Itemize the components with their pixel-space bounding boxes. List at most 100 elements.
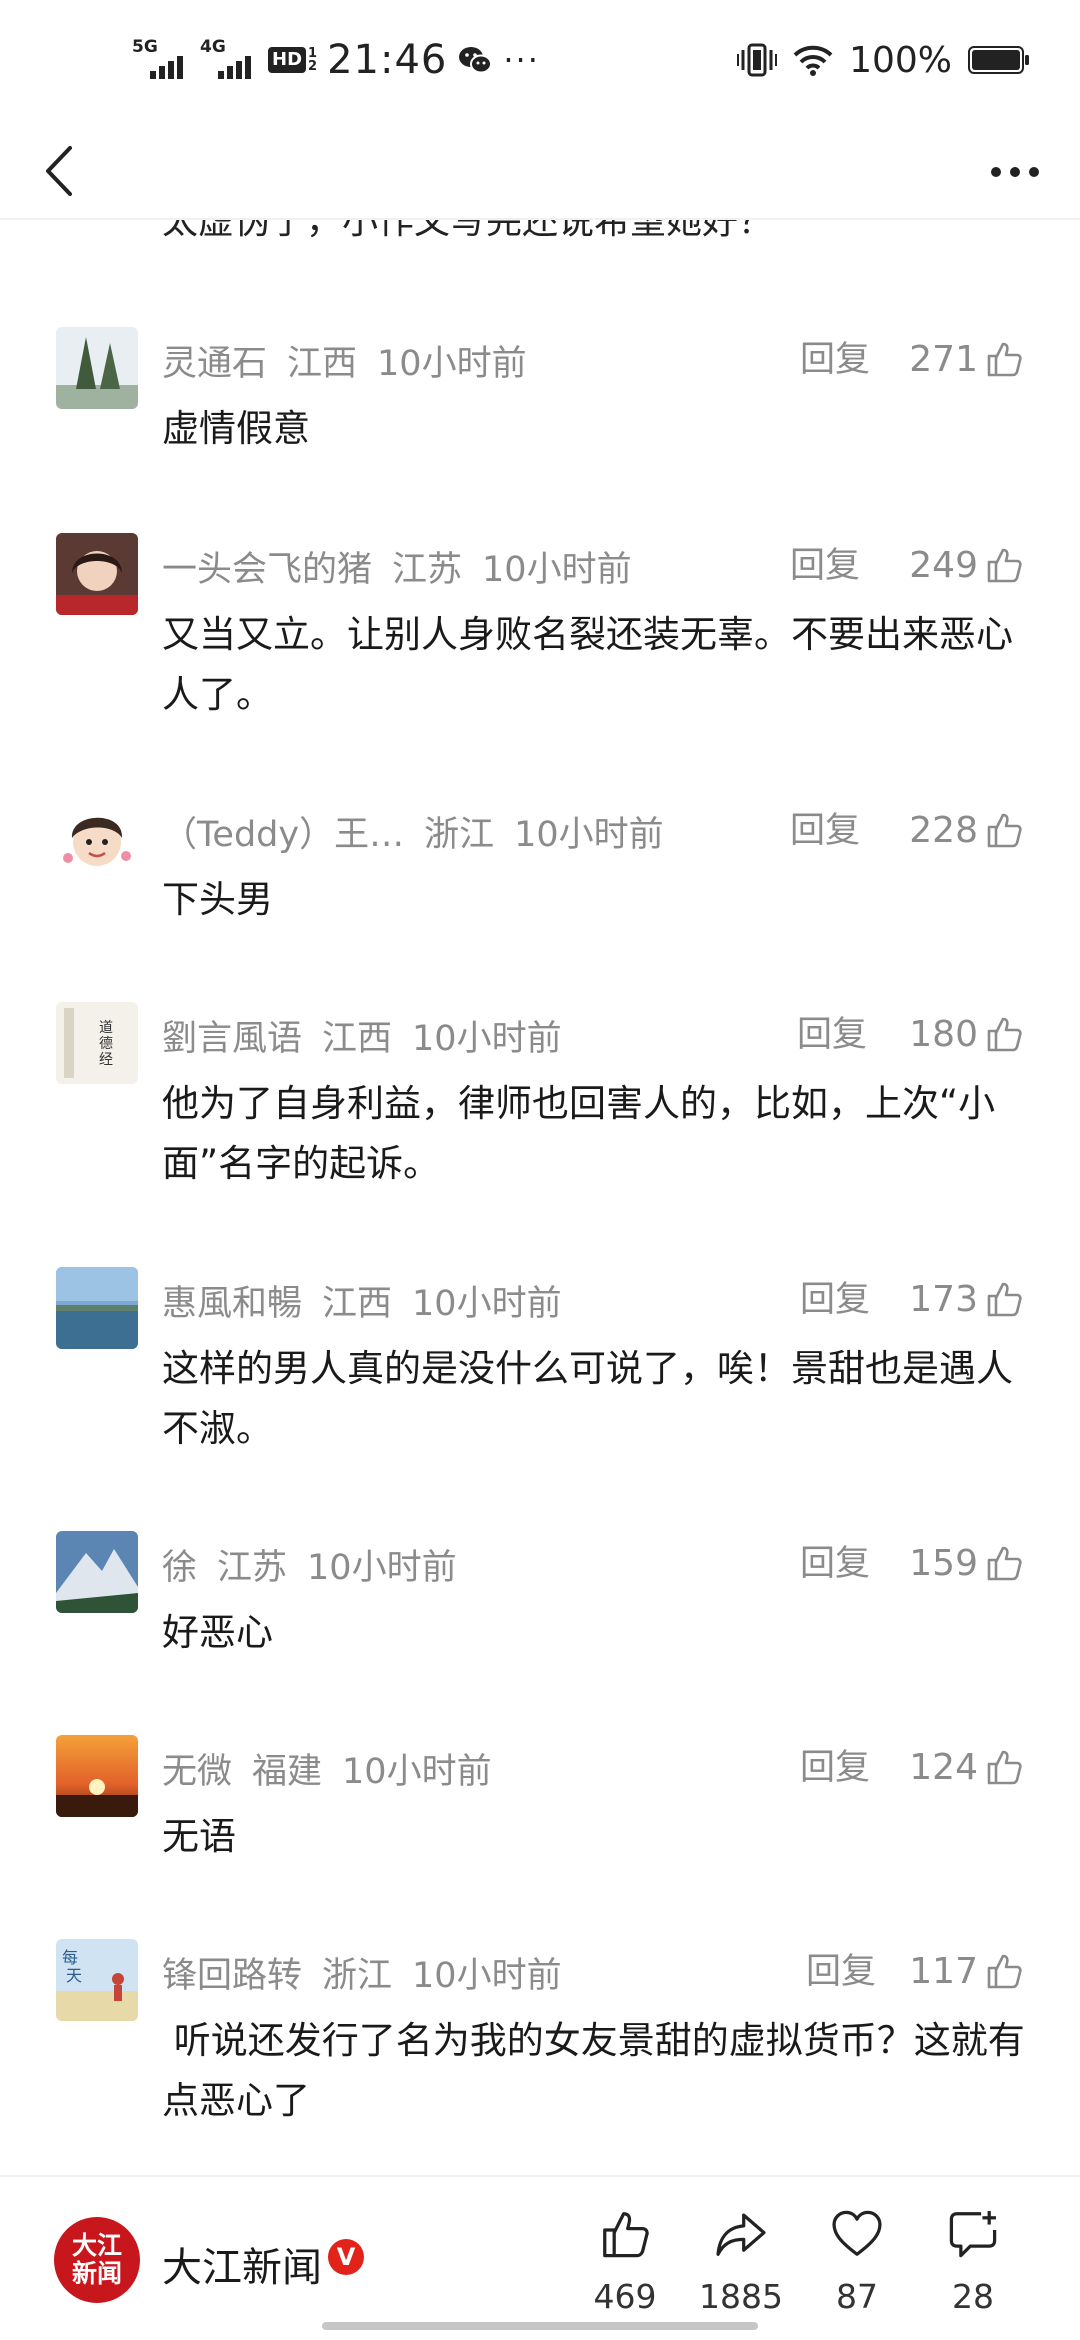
like-button[interactable]: 228 bbox=[909, 804, 1024, 856]
like-count: 117 bbox=[909, 1950, 978, 1992]
like-count: 228 bbox=[909, 809, 978, 851]
comment-username[interactable]: 劉言風语 bbox=[162, 1010, 302, 1061]
like-count: 124 bbox=[909, 1746, 978, 1788]
bottom-action-bar: 大江 新闻 大江新闻 V 469 1885 87 28 bbox=[0, 2175, 1080, 2340]
comment-region: 江西 bbox=[322, 1018, 393, 1059]
partial-comment-text: 太虚伪了，小作文写完还说希望她好？ bbox=[162, 220, 775, 242]
thumbs-up-icon bbox=[987, 1954, 1022, 1989]
comment-text: 虚情假意 bbox=[162, 407, 310, 450]
comment-meta: 无微 福建 10小时前 bbox=[162, 1743, 512, 1794]
like-count: 249 bbox=[909, 544, 978, 586]
thumbs-up-icon bbox=[987, 1750, 1022, 1785]
logo-line-1: 大江 bbox=[71, 2231, 122, 2260]
like-count: 180 bbox=[909, 1013, 978, 1055]
thumbs-up-icon bbox=[987, 1017, 1022, 1052]
like-button[interactable]: 271 bbox=[909, 333, 1024, 385]
hd-call-icon: HD 12 bbox=[268, 47, 317, 73]
avatar[interactable] bbox=[56, 1267, 138, 1349]
comment-username[interactable]: 惠風和暢 bbox=[162, 1275, 302, 1326]
comment-region: 江西 bbox=[322, 1283, 393, 1324]
like-button[interactable]: 124 bbox=[909, 1741, 1024, 1793]
comment-text: 他为了自身利益，律师也回害人的，比如，上次“小面”名字的起诉。 bbox=[162, 1082, 996, 1185]
like-button[interactable]: 173 bbox=[909, 1273, 1024, 1325]
avatar[interactable] bbox=[56, 327, 138, 409]
more-notifications-icon: ··· bbox=[503, 41, 540, 79]
comment-text: 下头男 bbox=[162, 878, 273, 921]
comment-username[interactable]: 无微 bbox=[162, 1743, 232, 1794]
comment-meta: 锋回路转 浙江 10小时前 bbox=[162, 1947, 582, 1998]
share-action-button[interactable]: 1885 bbox=[686, 2207, 796, 2316]
hd-label: HD bbox=[268, 47, 307, 73]
like-action-button[interactable]: 469 bbox=[570, 2207, 680, 2316]
comment-meta: 一头会飞的猪 江苏 10小时前 bbox=[162, 541, 652, 592]
thumbs-up-icon bbox=[987, 1282, 1022, 1317]
favorite-action-button[interactable]: 87 bbox=[802, 2207, 912, 2316]
comment-region: 江苏 bbox=[217, 1547, 288, 1588]
comment-username[interactable]: 锋回路转 bbox=[162, 1947, 302, 1998]
comment-text: 听说还发行了名为我的女友景甜的虚拟货币？这就有点恶心了 bbox=[162, 2019, 1025, 2122]
status-bar: 5G 4G HD 12 21:46 ··· 100% bbox=[0, 0, 1080, 120]
comment-text: 无语 bbox=[162, 1815, 236, 1858]
hd-sim-bottom: 2 bbox=[308, 59, 318, 74]
reply-button[interactable]: 回复 bbox=[790, 543, 860, 589]
reply-button[interactable]: 回复 bbox=[806, 1949, 876, 1995]
thumbs-up-icon bbox=[987, 548, 1022, 583]
thumbs-up-icon bbox=[987, 813, 1022, 848]
comment-meta: 灵通石 江西 10小时前 bbox=[162, 335, 547, 386]
comment-text: 又当又立。让别人身败名裂还装无辜。不要出来恶心人了。 bbox=[162, 613, 1013, 716]
comment-username[interactable]: 灵通石 bbox=[162, 335, 267, 386]
like-button[interactable]: 180 bbox=[909, 1008, 1024, 1060]
avatar[interactable] bbox=[56, 1531, 138, 1613]
comment-time: 10小时前 bbox=[307, 1547, 457, 1588]
network-type-label: 5G bbox=[132, 37, 158, 57]
comment-region: 江西 bbox=[287, 343, 358, 384]
nav-bar bbox=[0, 120, 1080, 220]
comment-text: 好恶心 bbox=[162, 1611, 273, 1654]
like-button[interactable]: 117 bbox=[909, 1945, 1024, 1997]
comment-action-button[interactable]: 28 bbox=[918, 2207, 1028, 2316]
comment-meta: 劉言風语 江西 10小时前 bbox=[162, 1010, 582, 1061]
share-icon bbox=[716, 2213, 766, 2256]
publisher-logo[interactable]: 大江 新闻 bbox=[54, 2217, 140, 2303]
signal-4g-icon: 4G bbox=[200, 37, 258, 83]
network-type-label: 4G bbox=[200, 37, 226, 57]
like-button[interactable]: 249 bbox=[909, 539, 1024, 591]
more-menu-icon[interactable] bbox=[980, 142, 1050, 202]
reply-button[interactable]: 回复 bbox=[800, 1541, 870, 1587]
reply-button[interactable]: 回复 bbox=[797, 1012, 867, 1058]
like-button[interactable]: 159 bbox=[909, 1537, 1024, 1589]
avatar[interactable] bbox=[56, 1735, 138, 1817]
reply-button[interactable]: 回复 bbox=[800, 337, 870, 383]
vibrate-icon bbox=[737, 43, 778, 77]
reply-button[interactable]: 回复 bbox=[800, 1277, 870, 1323]
thumbs-up-icon bbox=[987, 342, 1022, 377]
comment-meta: 徐 江苏 10小时前 bbox=[162, 1539, 477, 1590]
reply-button[interactable]: 回复 bbox=[790, 808, 860, 854]
comment-time: 10小时前 bbox=[342, 1751, 492, 1792]
status-right: 100% bbox=[737, 30, 1030, 90]
publisher-name[interactable]: 大江新闻 bbox=[162, 2235, 322, 2293]
comment-list[interactable]: 太虚伪了，小作文写完还说希望她好？ 灵通石 江西 10小时前 回复 271 虚情… bbox=[0, 220, 1080, 2175]
comment-time: 10小时前 bbox=[514, 814, 664, 855]
share-count: 1885 bbox=[699, 2277, 783, 2316]
reply-button[interactable]: 回复 bbox=[800, 1745, 870, 1791]
comment-username[interactable]: 一头会飞的猪 bbox=[162, 541, 372, 592]
like-count: 173 bbox=[909, 1278, 978, 1320]
like-count: 271 bbox=[909, 338, 978, 380]
back-icon[interactable] bbox=[32, 136, 92, 206]
avatar[interactable] bbox=[56, 533, 138, 615]
avatar[interactable]: 道德经 bbox=[56, 1002, 138, 1084]
like-count: 469 bbox=[593, 2277, 657, 2316]
avatar[interactable] bbox=[56, 798, 138, 880]
comment-username[interactable]: 徐 bbox=[162, 1539, 197, 1590]
comment-add-icon bbox=[949, 2211, 997, 2258]
comment-time: 10小时前 bbox=[412, 1018, 562, 1059]
avatar[interactable]: 每天 bbox=[56, 1939, 138, 2021]
comment-username[interactable]: （Teddy）王… bbox=[162, 806, 404, 857]
home-indicator[interactable] bbox=[322, 2322, 758, 2330]
signal-5g-icon: 5G bbox=[132, 37, 190, 83]
comment-count: 28 bbox=[952, 2277, 994, 2316]
logo-line-2: 新闻 bbox=[71, 2259, 122, 2288]
comment-time: 10小时前 bbox=[412, 1955, 562, 1996]
heart-icon bbox=[832, 2210, 882, 2256]
